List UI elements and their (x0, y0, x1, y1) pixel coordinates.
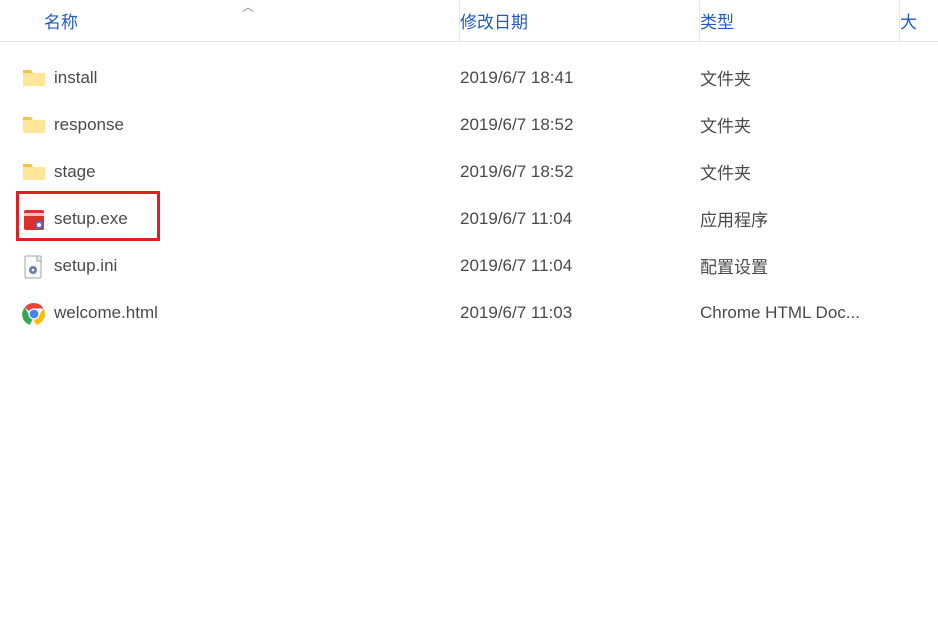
file-type: Chrome HTML Doc... (700, 303, 860, 322)
file-row[interactable]: setup.ini 2019/6/7 11:04 配置设置 (0, 242, 938, 289)
ini-icon (22, 255, 46, 277)
file-type: 应用程序 (700, 211, 768, 230)
file-date: 2019/6/7 18:41 (460, 68, 573, 87)
file-row[interactable]: setup.exe 2019/6/7 11:04 应用程序 (0, 195, 938, 242)
exe-icon (22, 208, 46, 230)
file-name: setup.exe (54, 209, 128, 229)
header-type-label: 类型 (700, 8, 734, 33)
file-date: 2019/6/7 11:04 (460, 256, 572, 275)
file-name: welcome.html (54, 303, 158, 323)
header-size[interactable]: 大 (900, 0, 938, 41)
header-type[interactable]: 类型 (700, 0, 900, 41)
file-type: 配置设置 (700, 258, 768, 277)
file-name: response (54, 115, 124, 135)
file-row[interactable]: stage 2019/6/7 18:52 文件夹 (0, 148, 938, 195)
file-date: 2019/6/7 11:03 (460, 303, 572, 322)
file-name: setup.ini (54, 256, 117, 276)
file-type: 文件夹 (700, 70, 751, 89)
folder-icon (22, 161, 46, 183)
header-name-label: 名称 (44, 8, 78, 33)
file-list: install 2019/6/7 18:41 文件夹 response 2019… (0, 42, 938, 336)
header-size-label: 大 (900, 8, 917, 33)
file-type: 文件夹 (700, 164, 751, 183)
header-date[interactable]: 修改日期 (460, 0, 700, 41)
sort-arrow-icon: ︿ (242, 0, 254, 15)
folder-icon (22, 67, 46, 89)
file-row[interactable]: response 2019/6/7 18:52 文件夹 (0, 101, 938, 148)
chrome-icon (22, 302, 46, 324)
file-type: 文件夹 (700, 117, 751, 136)
file-date: 2019/6/7 11:04 (460, 209, 572, 228)
file-name: install (54, 68, 97, 88)
folder-icon (22, 114, 46, 136)
header-name[interactable]: 名称 ︿ (0, 0, 460, 41)
file-row[interactable]: install 2019/6/7 18:41 文件夹 (0, 54, 938, 101)
file-date: 2019/6/7 18:52 (460, 162, 573, 181)
header-date-label: 修改日期 (460, 8, 528, 33)
file-name: stage (54, 162, 96, 182)
file-row[interactable]: welcome.html 2019/6/7 11:03 Chrome HTML … (0, 289, 938, 336)
column-headers: 名称 ︿ 修改日期 类型 大 (0, 0, 938, 42)
file-date: 2019/6/7 18:52 (460, 115, 573, 134)
